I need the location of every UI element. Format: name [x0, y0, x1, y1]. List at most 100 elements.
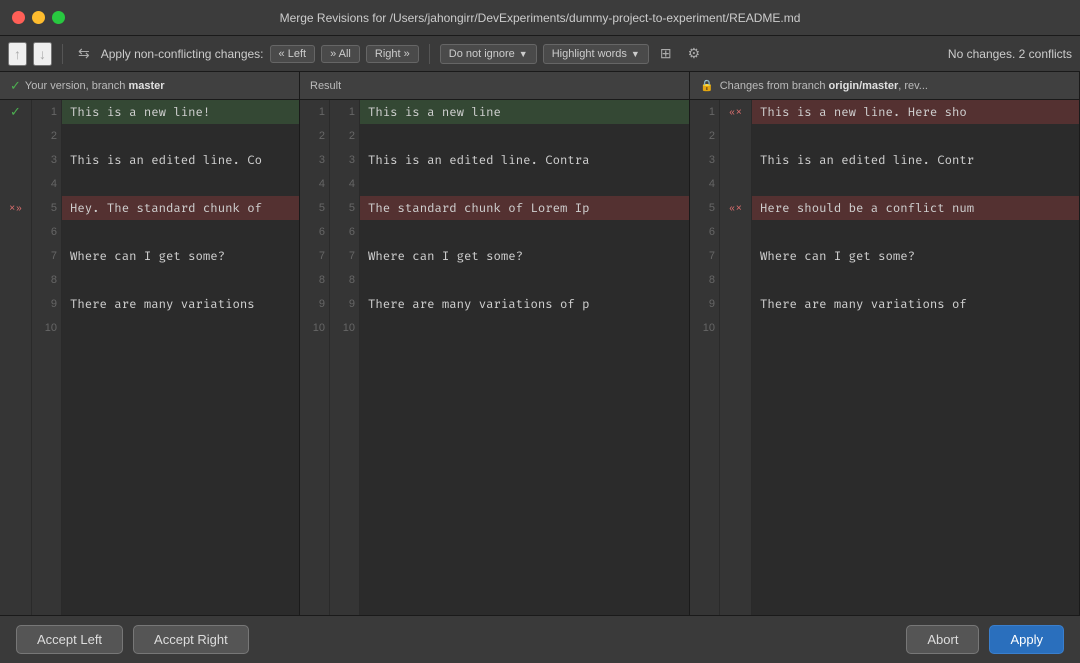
abort-button[interactable]: Abort	[906, 625, 979, 654]
x-icon: ×	[736, 107, 742, 118]
middle-left-line-numbers: 1 2 3 4 5 6 7 8 9 10	[300, 100, 330, 615]
ignore-dropdown[interactable]: Do not ignore ▼	[440, 44, 537, 64]
right-marker-4	[720, 172, 751, 196]
right-linenum-9: 9	[690, 292, 719, 316]
left-marker-4	[0, 172, 31, 196]
left-button[interactable]: « Left	[270, 45, 316, 63]
up-arrow-button[interactable]: ↑	[8, 42, 27, 66]
left-marker-9	[0, 292, 31, 316]
middle-panel: Result 1 2 3 4 5 6 7 8 9 10	[300, 72, 690, 615]
middle-left-linenum-8: 8	[300, 268, 329, 292]
right-code-line-9: There are many variations of	[752, 292, 1079, 316]
right-panel-body: 1 2 3 4 5 6 7 8 9 10 «× «×	[690, 100, 1079, 615]
right-code-line-2	[752, 124, 1079, 148]
middle-left-linenum-2: 2	[300, 124, 329, 148]
middle-right-linenum-4: 4	[330, 172, 359, 196]
down-arrow-button[interactable]: ↓	[33, 42, 52, 66]
middle-panel-title: Result	[310, 80, 341, 92]
left-linenum-3: 3	[32, 148, 61, 172]
middle-right-linenum-5: 5	[330, 196, 359, 220]
middle-left-linenum-6: 6	[300, 220, 329, 244]
left-code-line-9: There are many variations	[62, 292, 299, 316]
columns-icon[interactable]: ⊞	[655, 43, 677, 64]
left-linenum-10: 10	[32, 316, 61, 340]
right-arrow-icon: »	[404, 48, 410, 60]
main-content: ✓ Your version, branch master ✓ × »	[0, 72, 1080, 615]
middle-right-linenum-8: 8	[330, 268, 359, 292]
left-marker-column: ✓ × »	[0, 100, 32, 615]
left-chevron-icon: «	[729, 203, 735, 214]
all-button[interactable]: » All	[321, 45, 360, 63]
middle-left-linenum-3: 3	[300, 148, 329, 172]
right-linenum-8: 8	[690, 268, 719, 292]
left-chevron-icon: «	[729, 107, 735, 118]
middle-code-line-5: The standard chunk of Lorem Ip	[360, 196, 689, 220]
apply-button[interactable]: Apply	[989, 625, 1064, 654]
apply-label: Apply non-conflicting changes:	[101, 47, 264, 61]
middle-code-area: 1 2 3 4 5 6 7 8 9 10 1 2 3 4 5	[300, 100, 689, 615]
status-text: No changes. 2 conflicts	[948, 47, 1072, 61]
right-marker-2	[720, 124, 751, 148]
right-code-line-4	[752, 172, 1079, 196]
left-marker-5: × »	[0, 196, 31, 220]
right-marker-10	[720, 316, 751, 340]
maximize-button[interactable]	[52, 11, 65, 24]
right-linenum-6: 6	[690, 220, 719, 244]
middle-code-line-8	[360, 268, 689, 292]
minimize-button[interactable]	[32, 11, 45, 24]
middle-code-line-4	[360, 172, 689, 196]
left-code-line-5: Hey. The standard chunk of	[62, 196, 299, 220]
left-linenum-7: 7	[32, 244, 61, 268]
x-icon: ×	[9, 203, 15, 214]
middle-left-linenum-10: 10	[300, 316, 329, 340]
middle-right-linenum-10: 10	[330, 316, 359, 340]
footer-left-actions: Accept Left Accept Right	[16, 625, 249, 654]
toolbar-separator-1	[62, 44, 63, 64]
right-marker-7	[720, 244, 751, 268]
left-marker-6	[0, 220, 31, 244]
left-panel-header: ✓ Your version, branch master	[0, 72, 299, 100]
middle-code-line-10	[360, 316, 689, 340]
right-linenum-5: 5	[690, 196, 719, 220]
toolbar: ↑ ↓ ⇆ Apply non-conflicting changes: « L…	[0, 36, 1080, 72]
toolbar-separator-2	[429, 44, 430, 64]
left-code-line-1: This is a new line!	[62, 100, 299, 124]
right-linenum-3: 3	[690, 148, 719, 172]
right-marker-1: «×	[720, 100, 751, 124]
right-code-lines: This is a new line. Here sho This is an …	[752, 100, 1079, 615]
right-code-line-3: This is an edited line. Contr	[752, 148, 1079, 172]
left-line-numbers: 1 2 3 4 5 6 7 8 9 10	[32, 100, 62, 615]
right-marker-9	[720, 292, 751, 316]
left-marker-7	[0, 244, 31, 268]
right-button[interactable]: Right »	[366, 45, 419, 63]
left-code-line-2	[62, 124, 299, 148]
left-panel-title: Your version, branch master	[25, 80, 165, 92]
right-panel-header: 🔒 Changes from branch origin/master, rev…	[690, 72, 1079, 100]
middle-right-line-numbers: 1 2 3 4 5 6 7 8 9 10	[330, 100, 360, 615]
accept-left-button[interactable]: Accept Left	[16, 625, 123, 654]
middle-left-linenum-7: 7	[300, 244, 329, 268]
chevron-icon: »	[16, 203, 22, 214]
left-code-lines: This is a new line! This is an edited li…	[62, 100, 299, 615]
close-button[interactable]	[12, 11, 25, 24]
left-arrow-icon: «	[279, 48, 285, 60]
left-code-line-3: This is an edited line. Co	[62, 148, 299, 172]
x-icon: ×	[736, 203, 742, 214]
middle-code-line-2	[360, 124, 689, 148]
middle-right-linenum-2: 2	[330, 124, 359, 148]
accept-right-button[interactable]: Accept Right	[133, 625, 249, 654]
left-panel-body: ✓ × » 1 2 3 4 5	[0, 100, 299, 615]
left-marker-2	[0, 124, 31, 148]
middle-code-line-9: There are many variations of p	[360, 292, 689, 316]
settings-icon[interactable]: ⚙	[683, 43, 706, 64]
window-title: Merge Revisions for /Users/jahongirr/Dev…	[280, 11, 801, 25]
right-line-numbers: 1 2 3 4 5 6 7 8 9 10	[690, 100, 720, 615]
right-marker-6	[720, 220, 751, 244]
right-linenum-7: 7	[690, 244, 719, 268]
left-code-line-6	[62, 220, 299, 244]
footer-right-actions: Abort Apply	[906, 625, 1064, 654]
middle-code-line-1: This is a new line	[360, 100, 689, 124]
middle-right-linenum-6: 6	[330, 220, 359, 244]
left-code-line-10	[62, 316, 299, 340]
highlight-dropdown[interactable]: Highlight words ▼	[543, 44, 649, 64]
